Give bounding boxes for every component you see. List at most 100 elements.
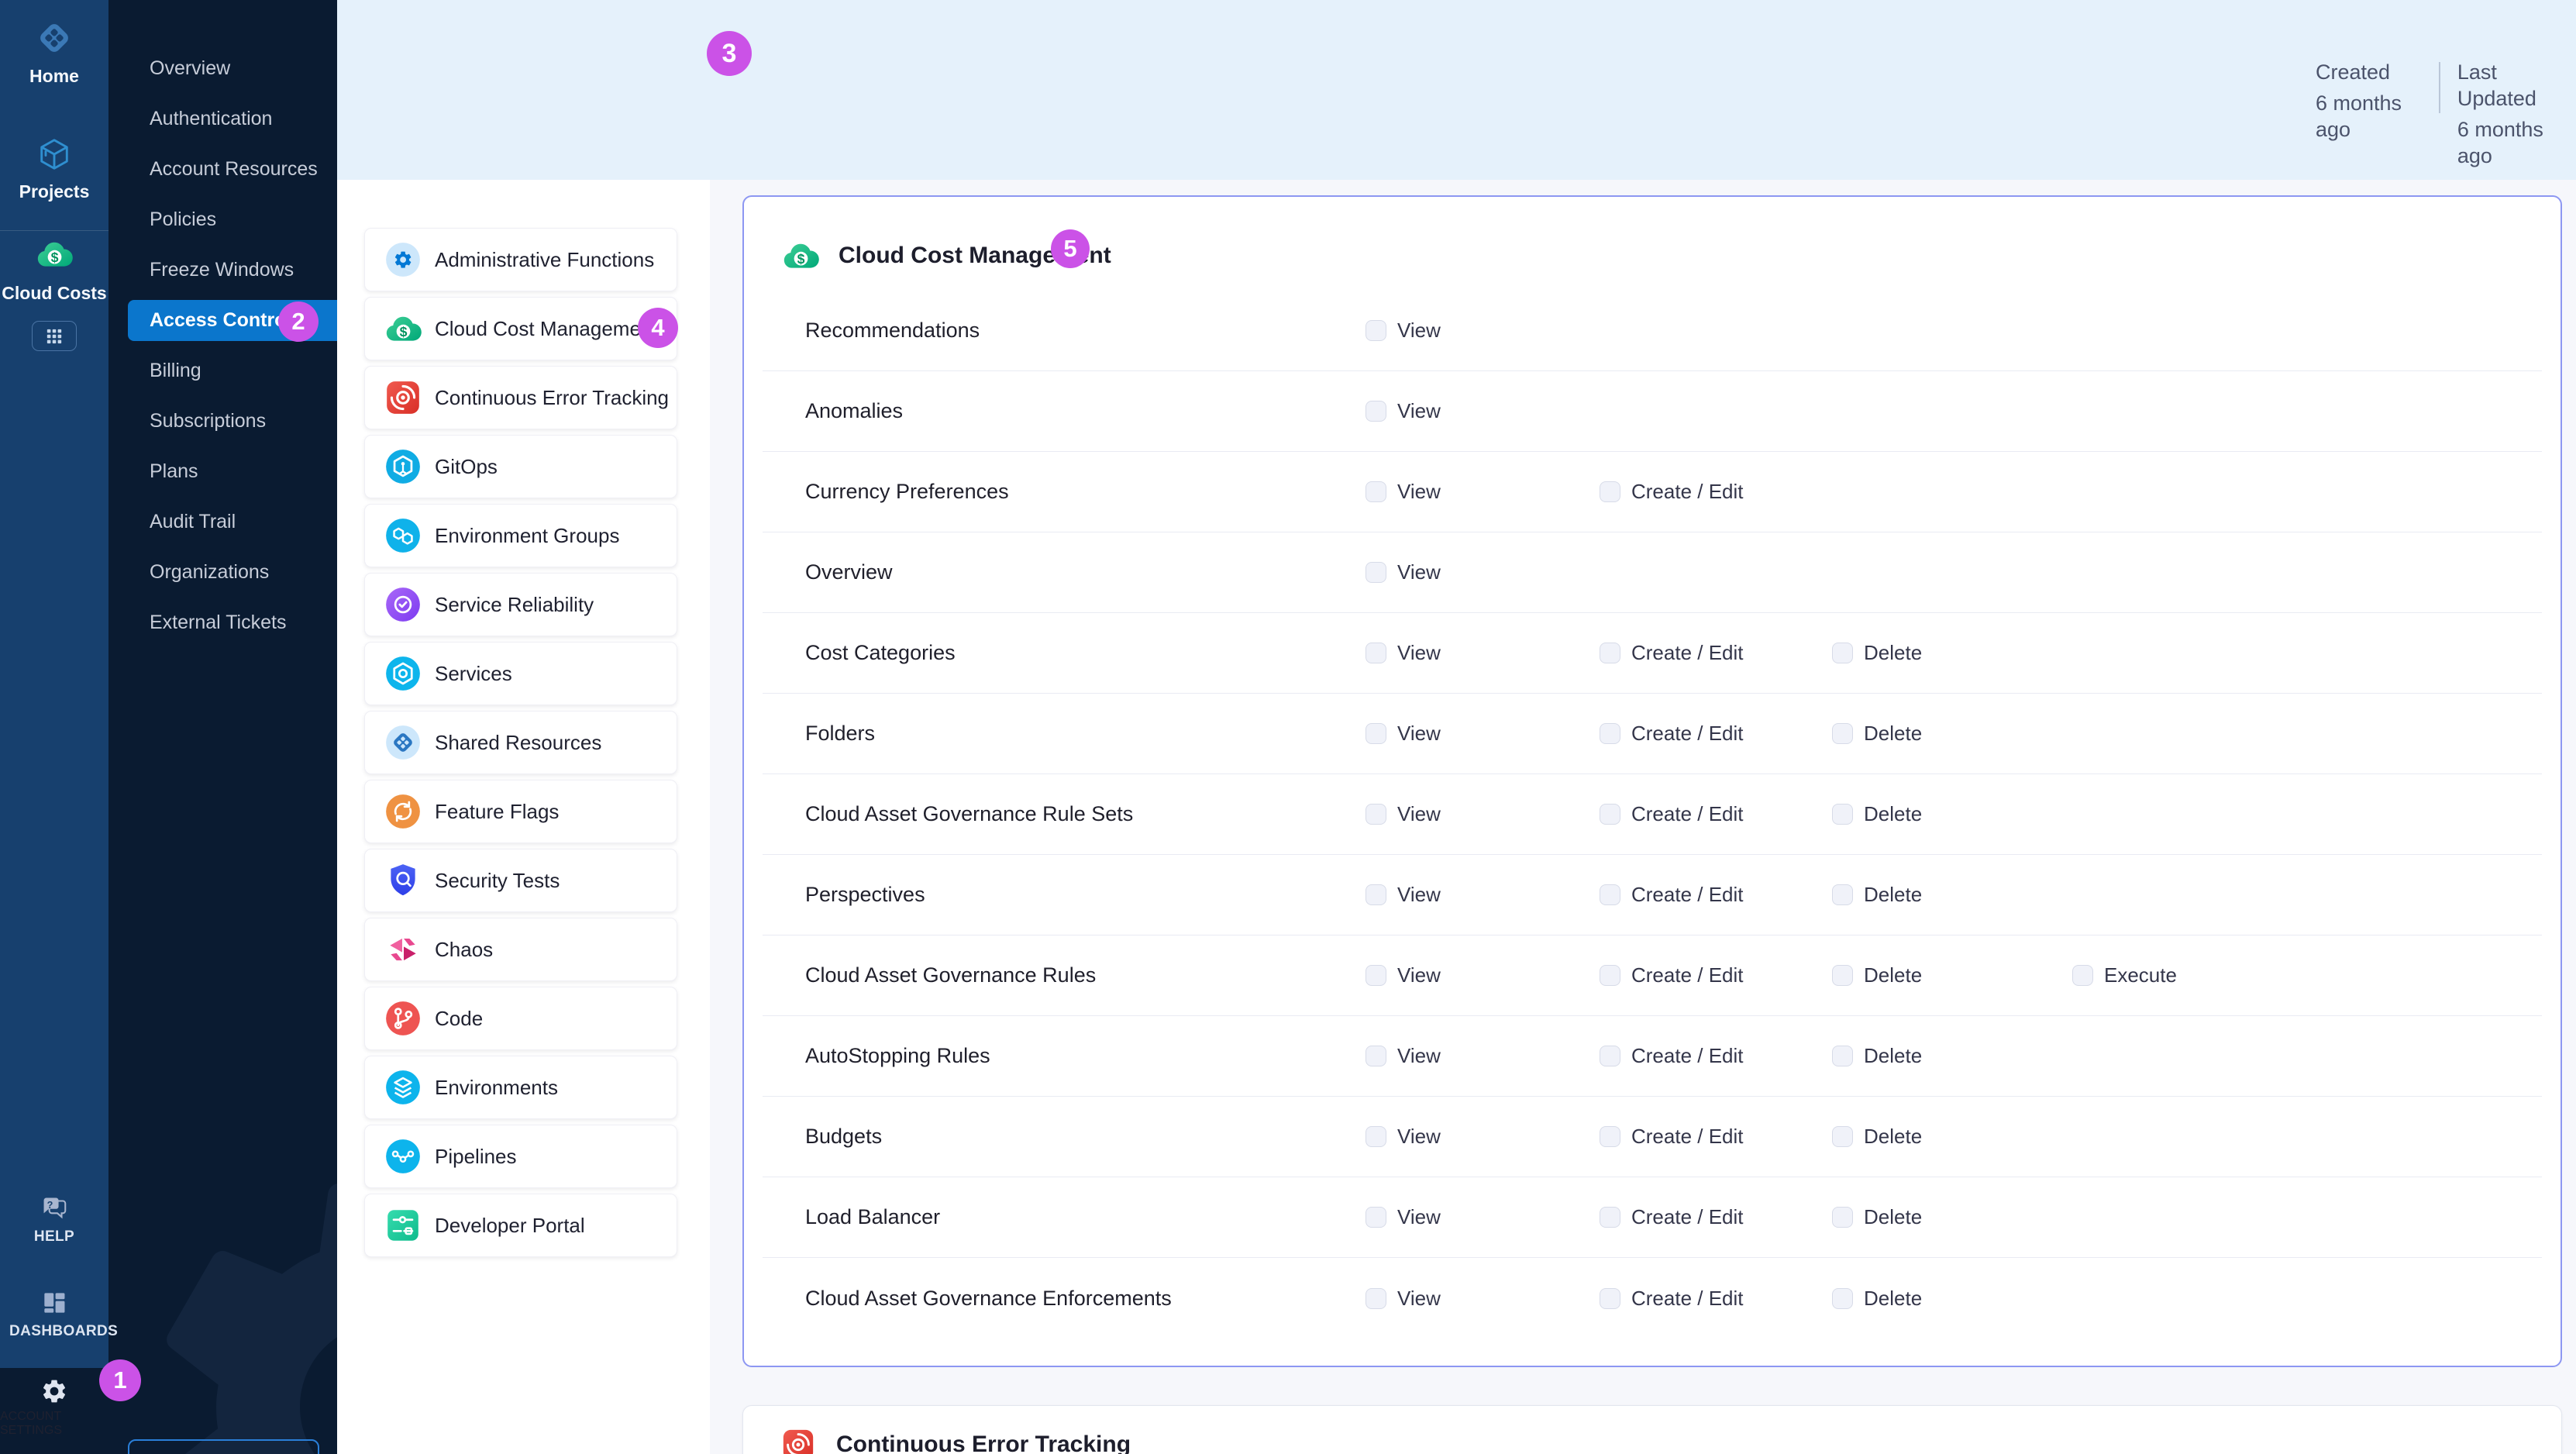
delete-checkbox-label[interactable]: Delete — [1864, 722, 1922, 746]
view-checkbox[interactable] — [1365, 884, 1386, 905]
sidebar-item-overview[interactable]: Overview — [108, 43, 337, 94]
create-checkbox[interactable] — [1600, 1126, 1620, 1147]
create-checkbox[interactable] — [1600, 1207, 1620, 1228]
category-card-administrative-functions[interactable]: Administrative Functions — [364, 228, 677, 291]
view-checkbox-label[interactable]: View — [1397, 1205, 1441, 1229]
create-checkbox[interactable] — [1600, 1046, 1620, 1066]
category-card-chaos[interactable]: Chaos — [364, 918, 677, 981]
category-card-environments[interactable]: Environments — [364, 1056, 677, 1119]
create-checkbox-label[interactable]: Create / Edit — [1631, 1125, 1744, 1149]
view-checkbox-label[interactable]: View — [1397, 399, 1441, 423]
view-checkbox-label[interactable]: View — [1397, 480, 1441, 504]
view-checkbox[interactable] — [1365, 723, 1386, 744]
create-checkbox[interactable] — [1600, 804, 1620, 825]
create-checkbox[interactable] — [1600, 1288, 1620, 1309]
delete-checkbox[interactable] — [1832, 723, 1853, 744]
view-checkbox-label[interactable]: View — [1397, 1287, 1441, 1311]
view-checkbox[interactable] — [1365, 1046, 1386, 1066]
sidebar-item-external-tickets[interactable]: External Tickets — [108, 598, 337, 648]
view-checkbox-label[interactable]: View — [1397, 319, 1441, 343]
create-checkbox-label[interactable]: Create / Edit — [1631, 1044, 1744, 1068]
view-checkbox-label[interactable]: View — [1397, 883, 1441, 907]
execute-checkbox[interactable] — [2072, 965, 2093, 986]
category-card-environment-groups[interactable]: Environment Groups — [364, 504, 677, 567]
delete-checkbox-label[interactable]: Delete — [1864, 802, 1922, 826]
view-checkbox[interactable] — [1365, 804, 1386, 825]
delete-checkbox-label[interactable]: Delete — [1864, 1125, 1922, 1149]
module-projects[interactable]: Projects — [0, 136, 108, 202]
view-checkbox[interactable] — [1365, 643, 1386, 663]
category-card-cloud-cost-management[interactable]: $Cloud Cost Management — [364, 297, 677, 360]
create-checkbox[interactable] — [1600, 643, 1620, 663]
help-button[interactable]: ? HELP — [0, 1194, 108, 1246]
view-checkbox[interactable] — [1365, 481, 1386, 502]
create-checkbox-label[interactable]: Create / Edit — [1631, 1205, 1744, 1229]
category-card-feature-flags[interactable]: Feature Flags — [364, 780, 677, 843]
module-home[interactable]: Home — [0, 19, 108, 87]
execute-checkbox-label[interactable]: Execute — [2104, 963, 2177, 987]
create-checkbox[interactable] — [1600, 723, 1620, 744]
create-checkbox-label[interactable]: Create / Edit — [1631, 480, 1744, 504]
view-checkbox-label[interactable]: View — [1397, 1125, 1441, 1149]
sidebar-item-freeze-windows[interactable]: Freeze Windows — [108, 245, 337, 295]
view-checkbox-label[interactable]: View — [1397, 802, 1441, 826]
view-checkbox-label[interactable]: View — [1397, 722, 1441, 746]
create-checkbox-label[interactable]: Create / Edit — [1631, 1287, 1744, 1311]
create-checkbox-label[interactable]: Create / Edit — [1631, 883, 1744, 907]
sidebar-item-audit-trail[interactable]: Audit Trail — [108, 497, 337, 547]
create-checkbox[interactable] — [1600, 884, 1620, 905]
delete-checkbox-label[interactable]: Delete — [1864, 1044, 1922, 1068]
dashboards-button[interactable]: DASHBOARDS — [0, 1288, 108, 1340]
category-card-services[interactable]: Services — [364, 642, 677, 705]
category-card-shared-resources[interactable]: Shared Resources — [364, 711, 677, 774]
category-card-gitops[interactable]: GitOps — [364, 435, 677, 498]
view-checkbox-label[interactable]: View — [1397, 1044, 1441, 1068]
category-card-service-reliability[interactable]: Service Reliability — [364, 573, 677, 636]
delete-checkbox-label[interactable]: Delete — [1864, 963, 1922, 987]
delete-checkbox[interactable] — [1832, 643, 1853, 663]
sidebar-item-plans[interactable]: Plans — [108, 446, 337, 497]
delete-checkbox[interactable] — [1832, 965, 1853, 986]
delete-checkbox[interactable] — [1832, 1046, 1853, 1066]
category-card-security-tests[interactable]: Security Tests — [364, 849, 677, 912]
create-checkbox-label[interactable]: Create / Edit — [1631, 722, 1744, 746]
sidebar-item-subscriptions[interactable]: Subscriptions — [108, 396, 337, 446]
sidebar-item-account-resources[interactable]: Account Resources — [108, 144, 337, 195]
delete-checkbox-label[interactable]: Delete — [1864, 883, 1922, 907]
delete-checkbox[interactable] — [1832, 884, 1853, 905]
view-checkbox[interactable] — [1365, 320, 1386, 341]
account-settings-button[interactable]: ACCOUNT SETTINGS — [0, 1368, 108, 1454]
sidebar-item-authentication[interactable]: Authentication — [108, 94, 337, 144]
delete-checkbox[interactable] — [1832, 1288, 1853, 1309]
delete-checkbox-label[interactable]: Delete — [1864, 1287, 1922, 1311]
view-checkbox[interactable] — [1365, 965, 1386, 986]
category-card-developer-portal[interactable]: Developer Portal — [364, 1194, 677, 1257]
view-checkbox[interactable] — [1365, 1207, 1386, 1228]
sidebar-item-policies[interactable]: Policies — [108, 195, 337, 245]
create-checkbox-label[interactable]: Create / Edit — [1631, 641, 1744, 665]
view-checkbox[interactable] — [1365, 1126, 1386, 1147]
create-checkbox[interactable] — [1600, 965, 1620, 986]
create-checkbox[interactable] — [1600, 481, 1620, 502]
category-card-pipelines[interactable]: Pipelines — [364, 1125, 677, 1188]
view-checkbox[interactable] — [1365, 562, 1386, 583]
category-card-continuous-error-tracking[interactable]: Continuous Error Tracking — [364, 366, 677, 429]
create-checkbox-label[interactable]: Create / Edit — [1631, 963, 1744, 987]
delete-checkbox[interactable] — [1832, 1126, 1853, 1147]
delete-checkbox-label[interactable]: Delete — [1864, 1205, 1922, 1229]
view-checkbox[interactable] — [1365, 401, 1386, 422]
module-cloud-costs[interactable]: $ Cloud Costs — [0, 235, 108, 304]
delete-checkbox-label[interactable]: Delete — [1864, 641, 1922, 665]
view-checkbox-label[interactable]: View — [1397, 963, 1441, 987]
module-picker-button[interactable] — [32, 321, 77, 351]
subnav-footer-button[interactable] — [128, 1439, 319, 1454]
delete-checkbox[interactable] — [1832, 804, 1853, 825]
category-card-code[interactable]: Code — [364, 987, 677, 1050]
view-checkbox-label[interactable]: View — [1397, 641, 1441, 665]
create-checkbox-label[interactable]: Create / Edit — [1631, 802, 1744, 826]
sidebar-item-billing[interactable]: Billing — [108, 346, 337, 396]
delete-checkbox[interactable] — [1832, 1207, 1853, 1228]
view-checkbox-label[interactable]: View — [1397, 560, 1441, 584]
sidebar-item-organizations[interactable]: Organizations — [108, 547, 337, 598]
view-checkbox[interactable] — [1365, 1288, 1386, 1309]
